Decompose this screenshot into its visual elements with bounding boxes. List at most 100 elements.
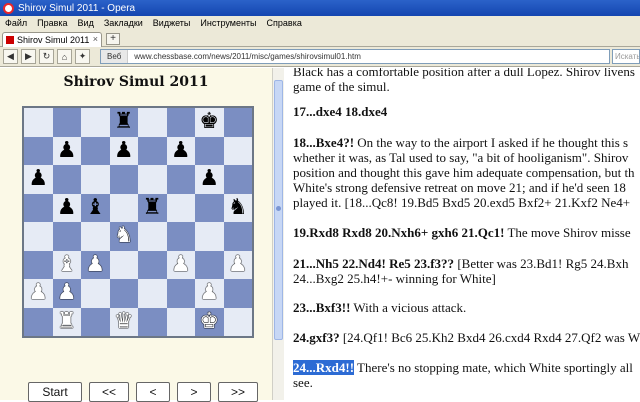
white-king-icon[interactable]: ♚ [199, 310, 219, 333]
board-square[interactable] [109, 193, 138, 222]
black-bishop-icon[interactable]: ♝ [85, 196, 105, 219]
board-square[interactable]: ♟ [166, 136, 195, 165]
white-pawn-icon[interactable]: ♟ [171, 253, 191, 276]
menu-widgets[interactable]: Виджеты [148, 18, 196, 28]
board-square[interactable] [223, 222, 252, 251]
black-pawn-icon[interactable]: ♟ [114, 139, 134, 162]
board-square[interactable] [138, 136, 167, 165]
home-icon[interactable]: ⌂ [57, 49, 72, 64]
board-square[interactable]: ♜ [109, 108, 138, 137]
black-rook-icon[interactable]: ♜ [142, 196, 162, 219]
board-square[interactable] [166, 307, 195, 336]
white-queen-icon[interactable]: ♛ [114, 310, 134, 333]
board-square[interactable] [166, 279, 195, 308]
board-square[interactable] [138, 222, 167, 251]
menu-view[interactable]: Вид [73, 18, 99, 28]
black-king-icon[interactable]: ♚ [199, 111, 219, 133]
white-pawn-icon[interactable]: ♟ [85, 253, 105, 276]
board-square[interactable]: ♟ [166, 250, 195, 279]
url-text[interactable]: www.chessbase.com/news/2011/misc/games/s… [128, 52, 361, 61]
board-square[interactable]: ♜ [52, 307, 81, 336]
board-square[interactable]: ♟ [81, 250, 110, 279]
tab-close-icon[interactable]: × [93, 34, 98, 44]
forward-icon[interactable]: ▶ [21, 49, 36, 64]
board-square[interactable] [166, 165, 195, 194]
board-square[interactable] [166, 108, 195, 137]
black-pawn-icon[interactable]: ♟ [171, 139, 191, 162]
board-square[interactable]: ♟ [52, 279, 81, 308]
board-square[interactable] [138, 165, 167, 194]
board-square[interactable] [138, 307, 167, 336]
board-square[interactable]: ♛ [109, 307, 138, 336]
reload-icon[interactable]: ↻ [39, 49, 54, 64]
left-pane-scrollbar[interactable] [272, 68, 284, 400]
back-icon[interactable]: ◀ [3, 49, 18, 64]
black-pawn-icon[interactable]: ♟ [28, 168, 48, 190]
board-square[interactable] [24, 193, 53, 222]
white-rook-icon[interactable]: ♜ [57, 310, 77, 333]
menu-edit[interactable]: Правка [32, 18, 72, 28]
white-pawn-icon[interactable]: ♟ [228, 253, 248, 276]
tab-shirov-simul[interactable]: Shirov Simul 2011 × [2, 32, 102, 47]
board-square[interactable] [81, 222, 110, 251]
board-square[interactable] [195, 136, 224, 165]
new-tab-button[interactable]: + [106, 33, 120, 45]
board-square[interactable] [223, 165, 252, 194]
board-square[interactable] [223, 279, 252, 308]
board-square[interactable]: ♟ [109, 136, 138, 165]
start-button[interactable]: Start [28, 382, 82, 402]
board-square[interactable] [109, 165, 138, 194]
board-square[interactable] [81, 165, 110, 194]
board-square[interactable] [24, 108, 53, 137]
back-button[interactable]: < [136, 382, 170, 402]
board-square[interactable] [24, 307, 53, 336]
board-square[interactable]: ♟ [52, 193, 81, 222]
white-pawn-icon[interactable]: ♟ [199, 282, 219, 304]
url-field[interactable]: Веб www.chessbase.com/news/2011/misc/gam… [100, 49, 610, 64]
board-square[interactable] [195, 193, 224, 222]
board-square[interactable]: ♝ [52, 250, 81, 279]
board-square[interactable] [223, 108, 252, 137]
chess-board[interactable]: ♜ ♚ ♟ ♟ ♟ ♟ ♟ ♟ ♝ ♜ ♞ ♞ ♝ ♟ ♟ ♟ ♟ ♟ ♟ ♜ ♛ ♚ [22, 106, 254, 338]
wand-icon[interactable]: ✦ [75, 49, 90, 64]
board-square[interactable] [24, 222, 53, 251]
board-square[interactable] [138, 279, 167, 308]
board-square[interactable]: ♚ [195, 307, 224, 336]
forward-fast-button[interactable]: >> [218, 382, 258, 402]
board-square[interactable]: ♟ [24, 279, 53, 308]
white-pawn-icon[interactable]: ♟ [57, 282, 77, 304]
white-knight-icon[interactable]: ♞ [114, 225, 134, 247]
black-pawn-icon[interactable]: ♟ [199, 168, 219, 190]
board-square[interactable]: ♝ [81, 193, 110, 222]
board-square[interactable]: ♞ [223, 193, 252, 222]
board-square[interactable] [52, 108, 81, 137]
menu-tools[interactable]: Инструменты [195, 18, 261, 28]
board-square[interactable]: ♜ [138, 193, 167, 222]
black-rook-icon[interactable]: ♜ [114, 111, 134, 133]
back-fast-button[interactable]: << [89, 382, 129, 402]
forward-button[interactable]: > [177, 382, 211, 402]
board-square[interactable] [195, 250, 224, 279]
board-square[interactable] [24, 250, 53, 279]
black-pawn-icon[interactable]: ♟ [57, 139, 77, 162]
board-square[interactable]: ♞ [109, 222, 138, 251]
black-knight-icon[interactable]: ♞ [228, 196, 248, 219]
board-square[interactable] [109, 250, 138, 279]
board-square[interactable] [138, 108, 167, 137]
board-square[interactable] [24, 136, 53, 165]
selected-move-text[interactable]: 24...Rxd4!! [293, 360, 355, 375]
board-square[interactable]: ♚ [195, 108, 224, 137]
board-square[interactable] [195, 222, 224, 251]
board-square[interactable] [109, 279, 138, 308]
board-square[interactable] [223, 307, 252, 336]
board-square[interactable] [81, 279, 110, 308]
board-square[interactable] [166, 193, 195, 222]
board-square[interactable] [223, 136, 252, 165]
board-square[interactable] [81, 136, 110, 165]
board-square[interactable] [52, 222, 81, 251]
white-bishop-icon[interactable]: ♝ [57, 253, 77, 276]
board-square[interactable] [138, 250, 167, 279]
menu-help[interactable]: Справка [262, 18, 307, 28]
board-square[interactable]: ♟ [223, 250, 252, 279]
search-input[interactable]: Искать [612, 49, 640, 64]
